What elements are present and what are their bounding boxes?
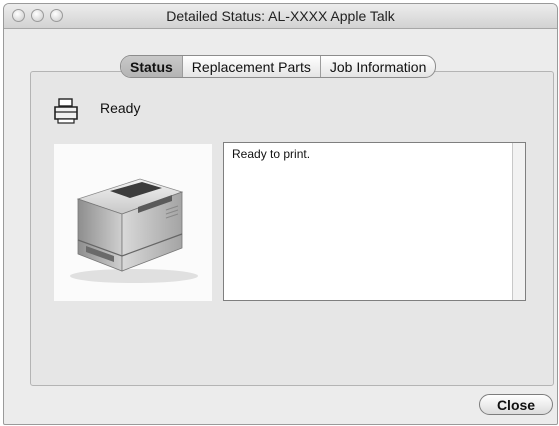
status-window: Detailed Status: AL-XXXX Apple Talk Stat… — [3, 3, 558, 425]
close-button[interactable]: Close — [479, 394, 553, 415]
tab-replacement-parts[interactable]: Replacement Parts — [183, 56, 321, 77]
tab-job-information[interactable]: Job Information — [321, 56, 435, 77]
title-bar[interactable]: Detailed Status: AL-XXXX Apple Talk — [4, 4, 557, 29]
laser-printer-image — [70, 178, 198, 283]
tab-status[interactable]: Status — [121, 56, 183, 77]
message-scrollbar[interactable] — [512, 143, 525, 300]
window-title: Detailed Status: AL-XXXX Apple Talk — [166, 8, 395, 24]
printer-image-panel — [54, 144, 212, 301]
status-label: Ready — [100, 100, 141, 116]
status-message-box[interactable]: Ready to print. — [223, 142, 526, 301]
printer-status-icon — [54, 98, 78, 124]
tab-bar: Status Replacement Parts Job Information — [120, 55, 437, 78]
status-message-text: Ready to print. — [232, 147, 311, 161]
